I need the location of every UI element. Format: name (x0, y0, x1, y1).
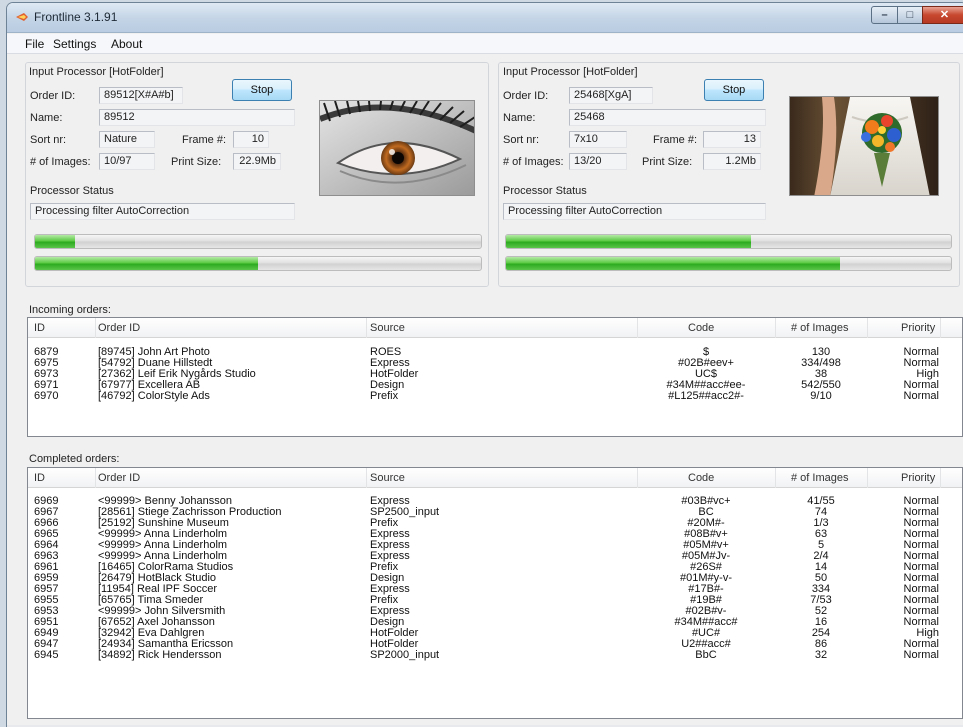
completed-orders-label: Completed orders: (29, 453, 120, 465)
cell-id: 6970 (34, 390, 59, 402)
name-label: Name: (30, 112, 63, 124)
column-header-code[interactable]: Code (688, 322, 714, 334)
table-row[interactable]: 6970 [46792] ColorStyle Ads Prefix #L125… (28, 391, 962, 402)
progress-bar-2 (505, 256, 952, 271)
name-field: 25468 (569, 109, 766, 126)
sort-label: Sort nr: (503, 134, 540, 146)
frame-label: Frame #: (182, 134, 227, 146)
frame-field: 10 (233, 131, 269, 148)
frame-field: 13 (703, 131, 761, 148)
processor-status-label: Processor Status (30, 185, 114, 197)
app-icon (16, 13, 28, 21)
progress-bar-1 (505, 234, 952, 249)
table-row[interactable]: 6945 [34892] Rick Hendersson SP2000_inpu… (28, 650, 962, 661)
name-label: Name: (503, 112, 536, 124)
processor-title: Input Processor [HotFolder] (29, 66, 164, 78)
list-header: ID Order ID Source Code # of Images Prio… (28, 318, 962, 338)
progress-bar-1 (34, 234, 482, 249)
print-size-label: Print Size: (171, 156, 222, 168)
order-id-field: 25468[XgA] (569, 87, 653, 104)
processor-title: Input Processor [HotFolder] (503, 66, 638, 78)
cell-images: 9/10 (810, 390, 832, 402)
order-id-label: Order ID: (503, 90, 549, 102)
print-size-label: Print Size: (642, 156, 693, 168)
sort-field: 7x10 (569, 131, 627, 148)
cell-priority: Normal (903, 649, 939, 661)
processor-status-label: Processor Status (503, 185, 587, 197)
stop-button[interactable]: Stop (704, 79, 764, 101)
completed-orders-list[interactable]: ID Order ID Source Code # of Images Prio… (27, 467, 963, 719)
print-size-field: 1.2Mb (703, 153, 761, 170)
list-header: ID Order ID Source Code # of Images Prio… (28, 468, 962, 488)
column-header-source[interactable]: Source (370, 322, 405, 334)
eye-photo (319, 100, 475, 196)
minimize-button[interactable]: – (871, 6, 898, 24)
window-title: Frontline 3.1.91 (34, 10, 118, 24)
column-header-code[interactable]: Code (688, 472, 714, 484)
frame-label: Frame #: (653, 134, 698, 146)
main-window: Frontline 3.1.91 – □ ✕ File Settings Abo… (6, 2, 963, 727)
column-header-id[interactable]: ID (34, 472, 45, 484)
menu-file[interactable]: File (25, 37, 44, 51)
menu-about[interactable]: About (111, 37, 142, 51)
cell-order-id: [46792] ColorStyle Ads (98, 390, 210, 402)
close-button[interactable]: ✕ (922, 6, 963, 24)
name-field: 89512 (99, 109, 295, 126)
incoming-orders-label: Incoming orders: (29, 304, 111, 316)
images-label: # of Images: (503, 156, 564, 168)
progress-fill (35, 235, 76, 248)
menu-settings[interactable]: Settings (53, 37, 96, 51)
order-id-field: 89512[X#A#b] (99, 87, 183, 104)
cell-order-id: [34892] Rick Hendersson (98, 649, 222, 661)
column-header-priority[interactable]: Priority (901, 472, 935, 484)
progress-fill (506, 257, 840, 270)
processor-status-field: Processing filter AutoCorrection (30, 203, 295, 220)
maximize-icon: □ (906, 9, 914, 21)
column-header-source[interactable]: Source (370, 472, 405, 484)
progress-fill (35, 257, 258, 270)
print-size-field: 22.9Mb (233, 153, 281, 170)
wedding-bouquet-photo (789, 96, 939, 196)
cell-source: SP2000_input (370, 649, 440, 661)
cell-id: 6945 (34, 649, 59, 661)
column-header-id[interactable]: ID (34, 322, 45, 334)
close-icon: ✕ (939, 9, 950, 21)
incoming-orders-list[interactable]: ID Order ID Source Code # of Images Prio… (27, 317, 963, 437)
column-header-order-id[interactable]: Order ID (98, 322, 140, 334)
cell-source: Prefix (370, 390, 399, 402)
column-header-priority[interactable]: Priority (901, 322, 935, 334)
stop-button[interactable]: Stop (232, 79, 292, 101)
cell-code: BbC (695, 649, 717, 661)
menu-bar: File Settings About (7, 34, 963, 54)
sort-field: Nature (99, 131, 155, 148)
eye-image (320, 101, 474, 195)
processor-status-field: Processing filter AutoCorrection (503, 203, 766, 220)
order-id-label: Order ID: (30, 90, 76, 102)
cell-priority: Normal (903, 390, 939, 402)
column-header-order-id[interactable]: Order ID (98, 472, 140, 484)
images-field: 10/97 (99, 153, 155, 170)
column-header-images[interactable]: # of Images (791, 322, 848, 334)
images-field: 13/20 (569, 153, 627, 170)
column-header-images[interactable]: # of Images (791, 472, 848, 484)
progress-bar-2 (34, 256, 482, 271)
sort-label: Sort nr: (30, 134, 67, 146)
title-bar: Frontline 3.1.91 – □ ✕ (7, 3, 963, 33)
images-label: # of Images: (30, 156, 91, 168)
bouquet-image (790, 97, 938, 195)
cell-code: #L125##acc2#- (668, 390, 744, 402)
cell-images: 32 (814, 649, 828, 661)
minimize-icon: – (881, 9, 888, 21)
progress-fill (506, 235, 751, 248)
maximize-button[interactable]: □ (897, 6, 923, 24)
